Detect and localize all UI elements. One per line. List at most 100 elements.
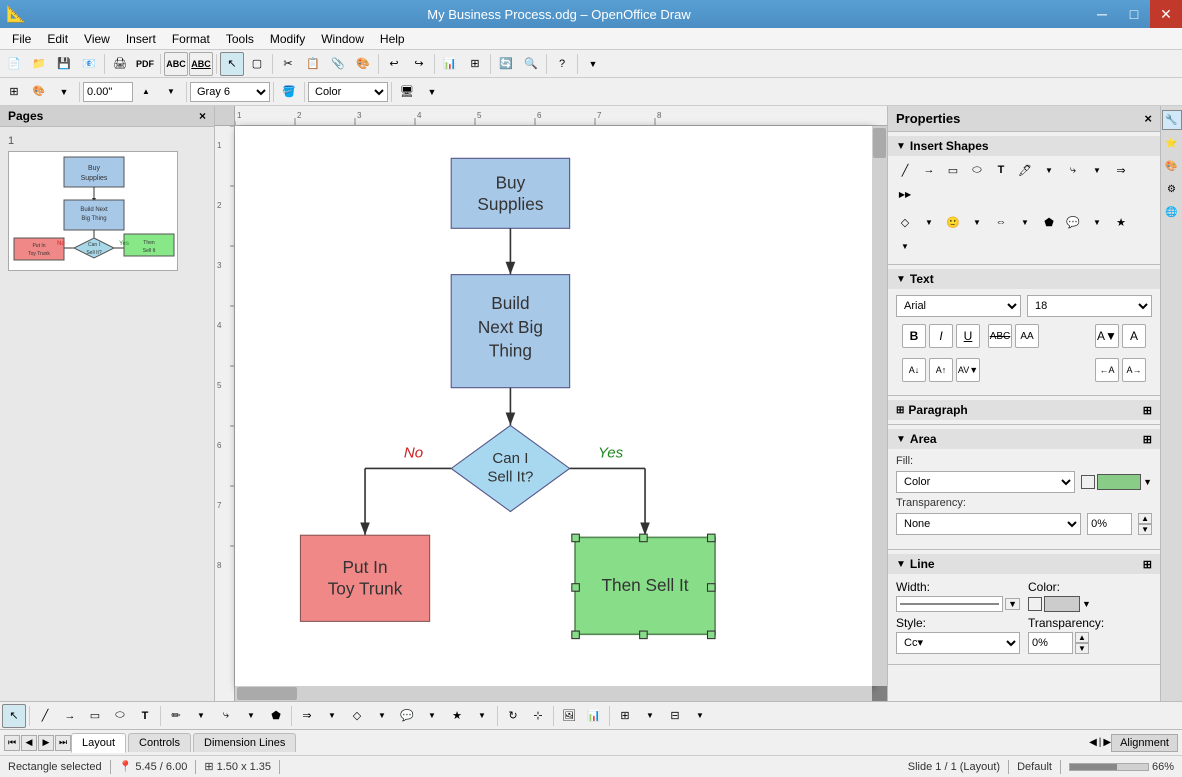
undo-button[interactable]: ↩ (382, 52, 406, 76)
section-area-header[interactable]: ▼ Area ⊞ (888, 429, 1160, 449)
block-arrow-tool[interactable]: ⇒ (295, 704, 319, 728)
tab-dimension-lines[interactable]: Dimension Lines (193, 733, 296, 752)
overflow2-button[interactable]: ▼ (420, 80, 444, 104)
scrollbar-vertical[interactable] (872, 126, 887, 686)
paste-button[interactable]: 📎 (326, 52, 350, 76)
trans-up[interactable]: ▲ (1138, 513, 1152, 524)
italic-button[interactable]: I (929, 324, 953, 348)
menu-format[interactable]: Format (164, 30, 218, 48)
menu-file[interactable]: File (4, 30, 39, 48)
shape-block-more[interactable]: ▼ (1014, 211, 1036, 233)
pages-close[interactable]: × (199, 109, 206, 123)
callout-tool[interactable]: 💬 (395, 704, 419, 728)
rect-tool[interactable]: ▭ (83, 704, 107, 728)
line-color-picker[interactable] (1028, 597, 1042, 611)
position-input[interactable]: 0.00" (83, 82, 133, 102)
tab-controls[interactable]: Controls (128, 733, 191, 752)
shape-diamond[interactable]: ◇ (894, 211, 916, 233)
shape-star-more[interactable]: ▼ (894, 235, 916, 257)
shape-smiley[interactable]: 🙂 (942, 211, 964, 233)
underline-button[interactable]: U (956, 324, 980, 348)
line-trans-input[interactable]: 0% (1028, 632, 1073, 654)
highlight-btn[interactable]: A (1122, 324, 1146, 348)
canvas-area[interactable]: 1 2 3 4 5 6 7 8 1 (215, 106, 887, 701)
insert-chart[interactable]: 📊 (582, 704, 606, 728)
crop-tool[interactable]: ⊹ (526, 704, 550, 728)
spell-button[interactable]: ABC (164, 52, 188, 76)
connector-tool[interactable]: ⤷ (214, 704, 238, 728)
menu-tools[interactable]: Tools (218, 30, 262, 48)
side-icon-2[interactable]: ⭐ (1162, 133, 1182, 153)
ltr-btn[interactable]: A→ (1122, 358, 1146, 382)
page-thumbnail[interactable]: Buy Supplies Build Next Big Thing Can I … (8, 151, 178, 271)
line-tool[interactable]: ╱ (33, 704, 57, 728)
shape-arrow-r2[interactable]: ⇒ (1110, 159, 1132, 181)
tab-first[interactable]: ⏮ (4, 735, 20, 751)
freehand-more[interactable]: ▼ (189, 704, 213, 728)
open-button[interactable]: 📁 (27, 52, 51, 76)
shapes-tool[interactable]: ⬟ (264, 704, 288, 728)
side-icon-1[interactable]: 🔧 (1162, 110, 1182, 130)
fill-type-select[interactable]: Color (308, 82, 388, 102)
side-icon-3[interactable]: 🎨 (1162, 156, 1182, 176)
shape-diamond-more[interactable]: ▼ (918, 211, 940, 233)
select-tool[interactable]: ↖ (2, 704, 26, 728)
section-insert-shapes-header[interactable]: ▼ Insert Shapes (888, 136, 1160, 156)
display-button[interactable]: 🖥 (395, 80, 419, 104)
shrink-btn[interactable]: A↓ (902, 358, 926, 382)
format-button[interactable]: 🎨 (351, 52, 375, 76)
color1-button[interactable]: 🎨 (27, 80, 51, 104)
rtl-btn[interactable]: ←A (1095, 358, 1119, 382)
line-width-dropdown[interactable]: ▼ (1005, 598, 1020, 610)
line-trans-down[interactable]: ▼ (1075, 643, 1089, 654)
font-size-select[interactable]: 18 (1027, 295, 1152, 317)
chart-button[interactable]: 📊 (438, 52, 462, 76)
shape-callout[interactable]: 💬 (1062, 211, 1084, 233)
line-color-dropdown[interactable]: ▼ (1082, 599, 1091, 609)
print-button[interactable]: 🖨 (108, 52, 132, 76)
scroll-right-btn[interactable]: ▶ (1103, 737, 1111, 748)
drawing-canvas[interactable]: Buy Supplies Build Next Big Thing Can I … (235, 126, 872, 686)
trans-select[interactable]: None (896, 513, 1081, 535)
diamond-tool[interactable]: ◇ (345, 704, 369, 728)
bold-button[interactable]: B (902, 324, 926, 348)
position-down[interactable]: ▼ (159, 80, 183, 104)
font-select[interactable]: Arial (896, 295, 1021, 317)
section-paragraph-header[interactable]: ⊞ Paragraph ⊞ (888, 400, 1160, 420)
line-color-swatch[interactable] (1044, 596, 1080, 612)
line-expand-btn[interactable]: ⊞ (1143, 558, 1152, 571)
arrow-tool[interactable]: → (58, 704, 82, 728)
shapes-overflow[interactable]: ▶▶ (894, 183, 916, 205)
menu-edit[interactable]: Edit (39, 30, 76, 48)
menu-modify[interactable]: Modify (262, 30, 313, 48)
strikethrough-button[interactable]: ABC (988, 324, 1012, 348)
menu-view[interactable]: View (76, 30, 118, 48)
scroll-left-btn[interactable]: ◀ (1089, 737, 1097, 748)
maximize-button[interactable]: □ (1118, 0, 1150, 28)
star-tool[interactable]: ★ (445, 704, 469, 728)
scrollbar-horizontal[interactable] (235, 686, 872, 701)
side-icon-5[interactable]: 🌐 (1162, 202, 1182, 222)
fill-color-dropdown[interactable]: ▼ (1143, 477, 1152, 487)
fill-color-swatch[interactable] (1097, 474, 1141, 490)
table-button[interactable]: ⊞ (463, 52, 487, 76)
freehand-tool[interactable]: ✏ (164, 704, 188, 728)
line-trans-up[interactable]: ▲ (1075, 632, 1089, 643)
shape-flowchart[interactable]: ⬟ (1038, 211, 1060, 233)
fill-color-select[interactable]: Gray 6 (190, 82, 270, 102)
close-button[interactable]: ✕ (1150, 0, 1182, 28)
email-button[interactable]: 📧 (77, 52, 101, 76)
grow-btn[interactable]: A↑ (929, 358, 953, 382)
connector-more[interactable]: ▼ (239, 704, 263, 728)
select2-button[interactable]: ▢ (245, 52, 269, 76)
tab-layout[interactable]: Layout (71, 733, 126, 753)
trans-down[interactable]: ▼ (1138, 524, 1152, 535)
tab-prev[interactable]: ◀ (21, 735, 37, 751)
shape-freeform[interactable]: 🖊 (1014, 159, 1036, 181)
line-width-input[interactable] (896, 596, 1003, 612)
side-icon-4[interactable]: ⚙ (1162, 179, 1182, 199)
snap-more[interactable]: ▼ (638, 704, 662, 728)
overflow-draw[interactable]: ▼ (688, 704, 712, 728)
color2-button[interactable]: ▼ (52, 80, 76, 104)
char-spacing-btn[interactable]: AV▼ (956, 358, 980, 382)
